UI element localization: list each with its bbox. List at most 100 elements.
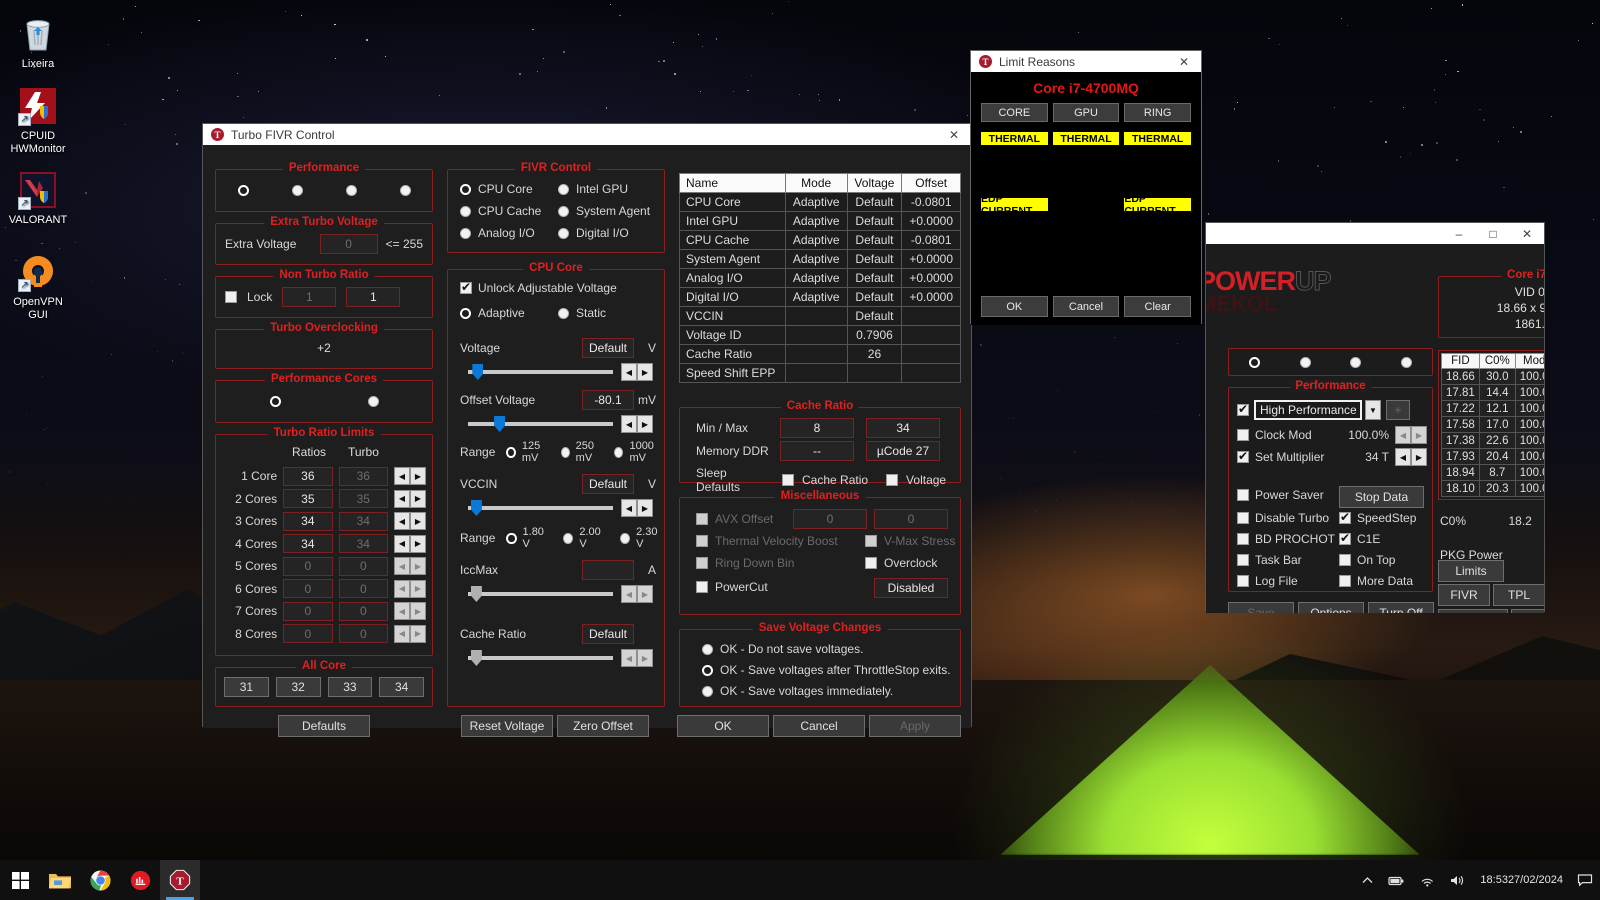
voltage-spinner[interactable]: ◀ ▶	[621, 363, 653, 381]
voltage-slider-thumb[interactable]	[472, 364, 484, 380]
overclock-checkbox[interactable]	[865, 557, 877, 569]
fivr-option-analog-io[interactable]: Analog I/O	[460, 226, 535, 240]
cache-ratio-input[interactable]: Default	[582, 624, 634, 644]
cache-ratio-slider[interactable]	[468, 650, 613, 666]
turbo-value-input[interactable]: 34	[338, 511, 388, 531]
turbo-value-input[interactable]: 36	[338, 466, 388, 486]
fivr-option-cpu-cache[interactable]: CPU Cache	[460, 204, 541, 218]
profile-radio-3[interactable]	[1350, 356, 1362, 368]
turbo-ratio-spinner[interactable]: ◀ ▶	[394, 602, 426, 621]
turbo-ratio-spinner[interactable]: ◀ ▶	[394, 579, 426, 598]
ring-down-bin-checkbox[interactable]	[696, 557, 708, 569]
thermal-velocity-boost-checkbox[interactable]	[696, 535, 708, 547]
vccin-slider[interactable]	[468, 500, 613, 516]
turbo-ratio-input[interactable]: 0	[283, 624, 333, 644]
limit-ok-button[interactable]: OK	[981, 296, 1048, 317]
cache-min-input[interactable]: 8	[780, 418, 854, 438]
tpl-button[interactable]: TPL	[1493, 584, 1544, 606]
turbo-ratio-input[interactable]: 34	[283, 511, 333, 531]
add-profile-button[interactable]: +	[1386, 400, 1410, 420]
profile-radio-4[interactable]	[1401, 356, 1413, 368]
mode-static-row[interactable]: Static	[558, 306, 606, 320]
non-turbo-ratio-input-2[interactable]: 1	[346, 287, 401, 307]
limits-button[interactable]: Limits	[1438, 560, 1504, 582]
turbo-ratio-input[interactable]: 0	[283, 556, 333, 576]
battery-button[interactable]	[1381, 860, 1412, 900]
battery-button[interactable]: Batt 100%	[1511, 609, 1544, 613]
save-button[interactable]: Save	[1228, 602, 1294, 613]
table-row[interactable]: System Agent Adaptive Default +0.0000	[679, 249, 961, 269]
table-row[interactable]: Digital I/O Adaptive Default +0.0000	[679, 287, 961, 307]
avx-offset-input-2[interactable]: 0	[874, 509, 948, 529]
disable-turbo-checkbox[interactable]	[1237, 512, 1249, 524]
performance-radio-4[interactable]	[399, 185, 411, 196]
minimize-button[interactable]: –	[1442, 223, 1476, 244]
close-button[interactable]: ✕	[1510, 223, 1544, 244]
powercut-state[interactable]: Disabled	[874, 578, 948, 598]
speedstep-checkbox[interactable]	[1339, 510, 1351, 524]
stop-data-button[interactable]: Stop Data	[1339, 486, 1424, 508]
all-core-button[interactable]: 32	[275, 677, 321, 697]
clock-mod-checkbox[interactable]	[1237, 429, 1249, 441]
cache-ratio-slider-thumb[interactable]	[470, 650, 482, 666]
more-data-checkbox[interactable]	[1339, 575, 1351, 587]
table-row[interactable]: VCCIN Default	[679, 306, 961, 326]
vccin-range-200-radio[interactable]	[563, 532, 574, 544]
set-multiplier-spinner[interactable]: ◀ ▶	[1395, 448, 1427, 466]
performance-radio-2[interactable]	[291, 185, 303, 196]
cpu-cache-radio[interactable]	[460, 205, 471, 217]
sleep-cache-ratio-checkbox[interactable]	[782, 474, 794, 486]
table-row[interactable]: Intel GPU Adaptive Default +0.0000	[679, 211, 961, 231]
clock-mod-spinner[interactable]: ◀ ▶	[1395, 426, 1427, 444]
on-top-checkbox[interactable]	[1339, 554, 1351, 566]
mode-adaptive-row[interactable]: Adaptive	[460, 306, 525, 320]
show-hidden-icons-button[interactable]	[1354, 860, 1381, 900]
defaults-button[interactable]: Defaults	[278, 715, 370, 737]
fivr-apply-button[interactable]: Apply	[869, 715, 961, 737]
all-core-button[interactable]: 34	[379, 677, 424, 697]
power-saver-checkbox[interactable]	[1237, 489, 1249, 501]
maximize-button[interactable]: □	[1476, 223, 1510, 244]
unlock-adjustable-voltage-row[interactable]: Unlock Adjustable Voltage	[460, 280, 617, 295]
offset-range-125-radio[interactable]	[506, 446, 516, 458]
cpu-core-radio[interactable]	[460, 183, 471, 195]
app-button[interactable]	[120, 860, 160, 900]
desktop-icon-openvpn[interactable]: ↗ OpenVPN GUI	[0, 252, 76, 322]
save-option-immediate[interactable]: OK - Save voltages immediately.	[702, 684, 893, 698]
vccin-spinner[interactable]: ◀ ▶	[621, 499, 653, 517]
offset-voltage-input[interactable]: -80.1	[582, 390, 634, 410]
avx-offset-checkbox[interactable]	[696, 513, 708, 525]
turbo-value-input[interactable]: 0	[338, 624, 388, 644]
desktop-icon-hwmonitor[interactable]: ↗ CPUID HWMonitor	[0, 86, 76, 156]
turn-off-button[interactable]: Turn Off	[1368, 602, 1434, 613]
bd-prochot-checkbox[interactable]	[1237, 533, 1249, 545]
limit-ring-button[interactable]: RING	[1124, 103, 1192, 122]
turbo-ratio-input[interactable]: 34	[283, 534, 333, 554]
cache-ratio-spinner[interactable]: ◀ ▶	[621, 649, 653, 667]
ts-bench-button[interactable]: TS Bench	[1438, 609, 1508, 613]
fivr-button[interactable]: FIVR	[1438, 584, 1490, 606]
set-multiplier-checkbox[interactable]	[1237, 449, 1249, 463]
save-option-on-exit-radio[interactable]	[702, 664, 713, 676]
fivr-option-cpu-core[interactable]: CPU Core	[460, 182, 533, 196]
throttlestop-button[interactable]: T	[160, 860, 200, 900]
desktop-icon-recycle-bin[interactable]: Lixeira	[0, 14, 76, 71]
offset-voltage-slider[interactable]	[468, 416, 613, 432]
table-row[interactable]: CPU Core Adaptive Default -0.0801	[679, 192, 961, 212]
turbo-ratio-spinner[interactable]: ◀ ▶	[394, 467, 426, 486]
digital-io-radio[interactable]	[558, 227, 569, 239]
table-row[interactable]: Voltage ID 0.7906	[679, 325, 961, 345]
table-row[interactable]: Analog I/O Adaptive Default +0.0000	[679, 268, 961, 288]
turbo-ratio-spinner[interactable]: ◀ ▶	[394, 512, 426, 531]
non-turbo-lock-checkbox[interactable]	[225, 291, 237, 303]
turbo-value-input[interactable]: 34	[338, 534, 388, 554]
profile-dropdown-arrow-icon[interactable]: ▼	[1365, 400, 1381, 420]
taskbar-clock[interactable]: 18:53 27/02/2024	[1473, 860, 1570, 900]
fivr-option-intel-gpu[interactable]: Intel GPU	[558, 182, 628, 196]
network-button[interactable]	[1412, 860, 1442, 900]
vccin-slider-thumb[interactable]	[470, 500, 482, 516]
performance-radio-1[interactable]	[237, 185, 249, 196]
sleep-voltage-checkbox[interactable]	[886, 474, 899, 486]
vccin-range-230-radio[interactable]	[620, 532, 631, 544]
turbo-ratio-input[interactable]: 36	[283, 466, 333, 486]
